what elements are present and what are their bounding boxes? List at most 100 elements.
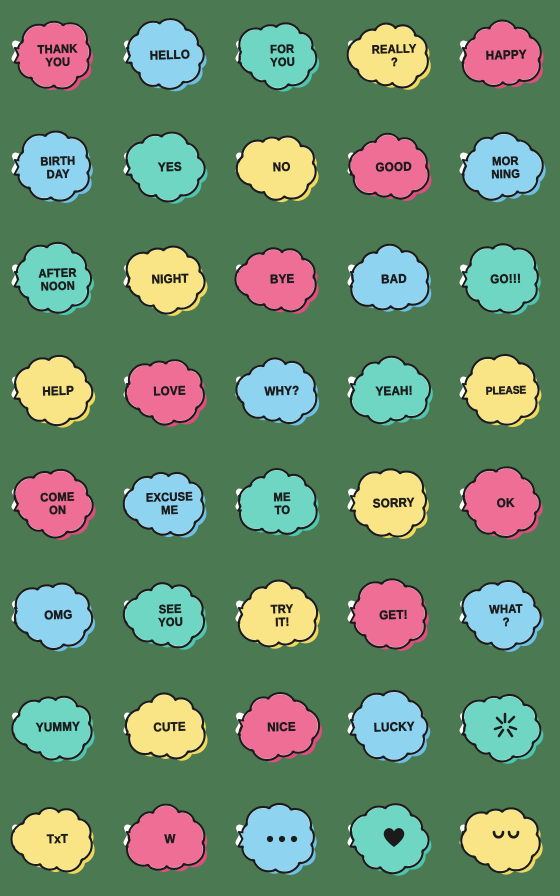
sticker-heart[interactable] <box>344 800 440 880</box>
speech-bubble-shape <box>459 19 544 89</box>
sticker-cell: EXCUSE ME <box>112 448 224 560</box>
sticker-bye[interactable]: BYE <box>232 240 328 320</box>
speech-bubble-shape <box>459 579 544 652</box>
speech-bubble-shape <box>11 582 96 652</box>
sticker-cell <box>224 784 336 896</box>
speech-bubble-shape <box>347 132 432 202</box>
sticker-thank-you[interactable]: THANK YOU <box>8 16 104 96</box>
sticker-cute[interactable]: CUTE <box>120 688 216 768</box>
sticker-bad[interactable]: BAD <box>344 240 440 320</box>
ellipsis-icon <box>266 835 298 842</box>
sticker-yummy[interactable]: YUMMY <box>8 688 104 768</box>
anger-mark-icon <box>493 712 518 738</box>
sticker-cell: HELP <box>0 336 112 448</box>
sticker-cell <box>448 784 560 896</box>
sticker-come-on[interactable]: COME ON <box>8 464 104 544</box>
sticker-see-you[interactable]: SEE YOU <box>120 576 216 656</box>
sticker-cell: LUCKY <box>336 672 448 784</box>
sticker-happy[interactable]: HAPPY <box>456 16 552 96</box>
sticker-lucky[interactable]: LUCKY <box>344 688 440 768</box>
speech-bubble-shape <box>123 18 207 92</box>
sticker-cell: HELLO <box>112 0 224 112</box>
speech-bubble-shape <box>459 243 541 315</box>
sticker-birthday[interactable]: BIRTH DAY <box>8 128 104 208</box>
sticker-grid: THANK YOU HELLO FOR YOU REALLY ? HAPPY BIRTH … <box>0 0 560 896</box>
speech-bubble-shape <box>122 582 207 650</box>
speech-bubble-shape <box>347 355 433 426</box>
speech-bubble-shape <box>346 22 431 90</box>
sticker-yes[interactable]: YES <box>120 128 216 208</box>
speech-bubble-shape <box>235 691 323 763</box>
sticker-night[interactable]: NIGHT <box>120 240 216 320</box>
sticker-cell: WHY? <box>224 336 336 448</box>
sticker-cell: TxT <box>0 784 112 896</box>
sticker-hello[interactable]: HELLO <box>120 16 216 96</box>
speech-bubble-shape <box>123 245 208 316</box>
sticker-yeah[interactable]: YEAH! <box>344 352 440 432</box>
speech-bubble-shape <box>122 471 207 538</box>
sticker-cell: AFTER NOON <box>0 224 112 336</box>
sticker-cell: REALLY ? <box>336 0 448 112</box>
sticker-help[interactable]: HELP <box>8 352 104 432</box>
speech-bubble-shape <box>235 467 320 537</box>
sticker-glyph-smile-icon <box>487 827 525 852</box>
speech-bubble-shape <box>235 135 319 203</box>
speech-bubble-shape <box>459 131 546 203</box>
sticker-get[interactable]: GET! <box>344 576 440 656</box>
sticker-nice[interactable]: NICE <box>232 688 328 768</box>
sticker-go[interactable]: GO!!! <box>456 240 552 320</box>
speech-bubble-shape <box>11 130 93 203</box>
sticker-what[interactable]: WHAT ? <box>456 576 552 656</box>
sticker-cell: BAD <box>336 224 448 336</box>
sticker-afternoon[interactable]: AFTER NOON <box>8 240 104 320</box>
speech-bubble-shape <box>347 468 429 539</box>
sticker-really[interactable]: REALLY ? <box>344 16 440 96</box>
sticker-cell: NICE <box>224 672 336 784</box>
speech-bubble-shape <box>10 806 95 874</box>
sticker-for-you[interactable]: FOR YOU <box>232 16 328 96</box>
sticker-cell: MOR NING <box>448 112 560 224</box>
sticker-omg[interactable]: OMG <box>8 576 104 656</box>
sticker-me-to[interactable]: ME TO <box>232 464 328 544</box>
sticker-why[interactable]: WHY? <box>232 352 328 432</box>
speech-bubble-shape <box>11 20 94 91</box>
speech-bubble-shape <box>347 689 431 764</box>
sticker-ellipsis[interactable] <box>232 800 328 880</box>
sticker-cell: SEE YOU <box>112 560 224 672</box>
sticker-cell: BIRTH DAY <box>0 112 112 224</box>
sticker-good[interactable]: GOOD <box>344 128 440 208</box>
speech-bubble-shape <box>235 357 320 426</box>
sticker-no[interactable]: NO <box>232 128 328 208</box>
sticker-smile-face[interactable] <box>456 800 552 880</box>
sticker-sorry[interactable]: SORRY <box>344 464 440 544</box>
speech-bubble-shape <box>234 247 319 314</box>
sticker-cell: PLEASE <box>448 336 560 448</box>
sticker-cell: GET! <box>336 560 448 672</box>
sticker-cell: WHAT ? <box>448 560 560 672</box>
speech-bubble-shape <box>11 241 94 316</box>
speech-bubble-shape <box>123 359 207 427</box>
sticker-cell: YEAH! <box>336 336 448 448</box>
sticker-morning[interactable]: MOR NING <box>456 128 552 208</box>
sticker-anger-mark[interactable] <box>456 688 552 768</box>
sticker-cell: NO <box>224 112 336 224</box>
sticker-try-it[interactable]: TRY IT! <box>232 576 328 656</box>
sticker-please[interactable]: PLEASE <box>456 352 552 432</box>
sticker-cell: THANK YOU <box>0 0 112 112</box>
smile-closed-eyes-icon <box>492 830 520 839</box>
sticker-excuse-me[interactable]: EXCUSE ME <box>120 464 216 544</box>
sticker-cell: FOR YOU <box>224 0 336 112</box>
speech-bubble-shape <box>347 243 432 312</box>
sticker-love[interactable]: LOVE <box>120 352 216 432</box>
sticker-cell: COME ON <box>0 448 112 560</box>
speech-bubble-shape <box>459 466 543 540</box>
sticker-cell: GO!!! <box>448 224 560 336</box>
sticker-w-letter[interactable]: W <box>120 800 216 880</box>
sticker-glyph-ellipsis-icon <box>265 831 299 849</box>
sticker-cell: BYE <box>224 224 336 336</box>
sticker-cell: SORRY <box>336 448 448 560</box>
sticker-glyph-heart-icon <box>381 825 407 854</box>
speech-bubble-shape <box>11 468 96 540</box>
sticker-ok[interactable]: OK <box>456 464 552 544</box>
sticker-txt-face[interactable]: TxT <box>8 800 104 880</box>
